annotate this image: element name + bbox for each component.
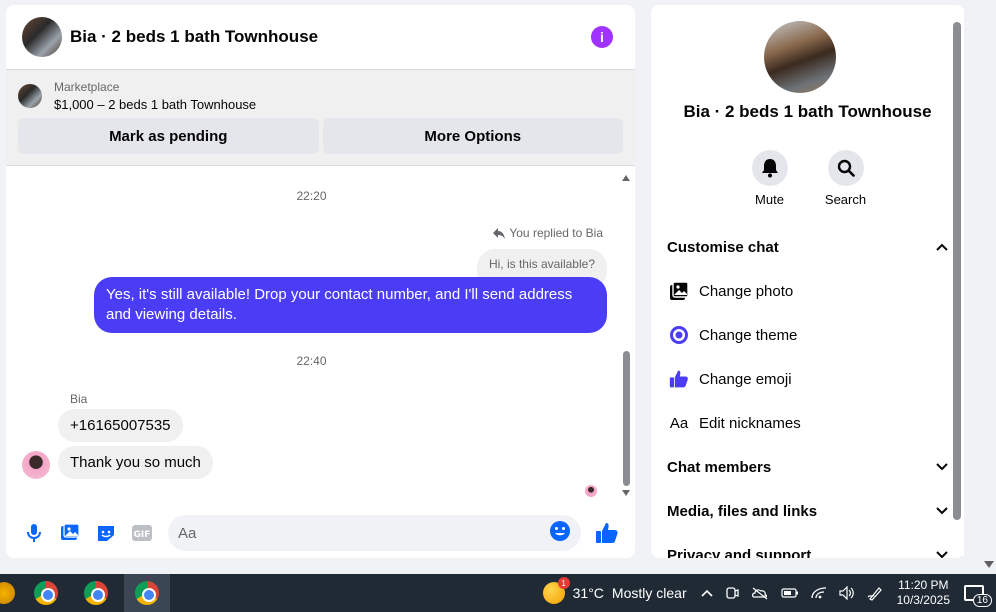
scroll-thumb[interactable] (623, 351, 630, 486)
more-options-button[interactable]: More Options (322, 118, 623, 154)
mute-button[interactable]: Mute (750, 150, 790, 207)
theme-icon (667, 323, 691, 347)
chrome-icon (84, 581, 108, 605)
message-list: 22:20 You replied to Bia Hi, is this ava… (6, 167, 617, 508)
chevron-down-icon (936, 551, 948, 558)
taskbar-app-partial[interactable] (0, 574, 18, 612)
emoji-icon[interactable] (549, 520, 571, 547)
timestamp: 22:20 (296, 189, 327, 203)
scroll-up-arrow[interactable] (622, 175, 630, 181)
side-title: Bia · 2 beds 1 bath Townhouse (683, 102, 932, 121)
sender-avatar[interactable] (22, 451, 50, 479)
chrome-icon (135, 581, 159, 605)
listing-price-title[interactable]: $1,000 – 2 beds 1 bath Townhouse (54, 97, 256, 112)
marketplace-label: Marketplace (54, 80, 120, 94)
marketplace-banner: Marketplace $1,000 – 2 beds 1 bath Townh… (6, 70, 635, 166)
sender-name: Bia (70, 392, 88, 406)
weather-temp: 31°C (572, 585, 604, 601)
weather-desc: Mostly clear (611, 585, 687, 601)
like-icon[interactable] (589, 515, 625, 551)
chat-title[interactable]: Bia · 2 beds 1 bath Townhouse (70, 27, 591, 47)
meet-icon[interactable] (725, 586, 739, 600)
reply-indicator: You replied to Bia (493, 226, 603, 240)
taskbar-chrome-profile[interactable] (76, 574, 116, 612)
side-scrollbar[interactable] (950, 8, 964, 556)
search-button[interactable]: Search (824, 150, 867, 207)
composer: GIF (6, 508, 635, 558)
media-files-section[interactable]: Media, files and links (651, 489, 964, 533)
privacy-support-section[interactable]: Privacy and support (651, 533, 964, 558)
weather-widget[interactable]: 1 31°C Mostly clear (542, 577, 687, 604)
chat-panel: Bia · 2 beds 1 bath Townhouse i Marketpl… (6, 5, 635, 558)
image-icon (667, 279, 691, 303)
incoming-message[interactable]: +16165007535 (58, 409, 183, 442)
system-tray (701, 585, 885, 601)
listing-avatar[interactable] (22, 17, 62, 57)
clock-time: 11:20 PM (898, 578, 949, 592)
chat-header: Bia · 2 beds 1 bath Townhouse i (6, 5, 635, 70)
reply-label: You replied to Bia (509, 226, 603, 240)
listing-photo[interactable] (764, 21, 836, 93)
chevron-down-icon (936, 463, 948, 471)
timestamp: 22:40 (296, 354, 327, 368)
change-emoji-item[interactable]: Change emoji (651, 357, 964, 401)
text-size-icon: Aa (669, 414, 689, 432)
message-input[interactable] (178, 524, 549, 542)
volume-icon[interactable] (839, 586, 855, 600)
svg-text:GIF: GIF (134, 530, 151, 540)
microphone-icon[interactable] (16, 515, 52, 551)
photo-icon[interactable] (52, 515, 88, 551)
app-icon (0, 582, 15, 604)
taskbar-chrome[interactable] (26, 574, 66, 612)
page-scroll-down-arrow[interactable] (984, 561, 994, 568)
weather-icon: 1 (542, 577, 570, 604)
seen-indicator (585, 485, 597, 497)
chevron-up-icon[interactable] (701, 589, 713, 597)
bell-icon (751, 150, 788, 186)
battery-icon[interactable] (781, 587, 799, 599)
chat-scrollbar[interactable] (621, 173, 631, 498)
change-theme-item[interactable]: Change theme (651, 313, 964, 357)
reply-icon (493, 228, 506, 239)
chrome-icon (34, 581, 58, 605)
search-icon (827, 150, 864, 186)
outgoing-message[interactable]: Yes, it's still available! Drop your con… (94, 277, 607, 333)
taskbar: 1 31°C Mostly clear 11:20 PM 10/3/2025 1… (0, 574, 996, 612)
weather-badge: 1 (557, 577, 570, 589)
mark-pending-button[interactable]: Mark as pending (18, 118, 319, 154)
sticker-icon[interactable] (88, 515, 124, 551)
change-photo-item[interactable]: Change photo (651, 269, 964, 313)
scroll-thumb[interactable] (953, 22, 961, 520)
message-input-wrapper (168, 515, 581, 551)
chat-members-section[interactable]: Chat members (651, 445, 964, 489)
info-icon[interactable]: i (591, 26, 613, 48)
clock[interactable]: 11:20 PM 10/3/2025 (897, 578, 950, 608)
listing-thumb[interactable] (18, 84, 42, 108)
chevron-down-icon (936, 507, 948, 515)
clock-date: 10/3/2025 (896, 593, 950, 607)
wifi-icon[interactable] (810, 586, 827, 600)
conversation-info-panel: Bia · 2 beds 1 bath Townhouse Mute Searc… (651, 5, 964, 558)
customise-chat-section[interactable]: Customise chat (651, 225, 964, 269)
thumbs-up-icon (667, 367, 691, 391)
pen-icon[interactable] (867, 585, 885, 601)
incoming-message[interactable]: Thank you so much (58, 446, 213, 479)
scroll-down-arrow[interactable] (622, 490, 630, 496)
notification-count: 16 (972, 594, 992, 607)
onedrive-off-icon[interactable] (751, 586, 769, 600)
taskbar-chrome-active[interactable] (124, 574, 170, 612)
chevron-up-icon (936, 243, 948, 251)
edit-nicknames-item[interactable]: Aa Edit nicknames (651, 401, 964, 445)
gif-icon[interactable]: GIF (124, 515, 160, 551)
search-label: Search (824, 192, 867, 207)
notification-icon[interactable]: 16 (964, 585, 992, 607)
mute-label: Mute (755, 192, 784, 207)
